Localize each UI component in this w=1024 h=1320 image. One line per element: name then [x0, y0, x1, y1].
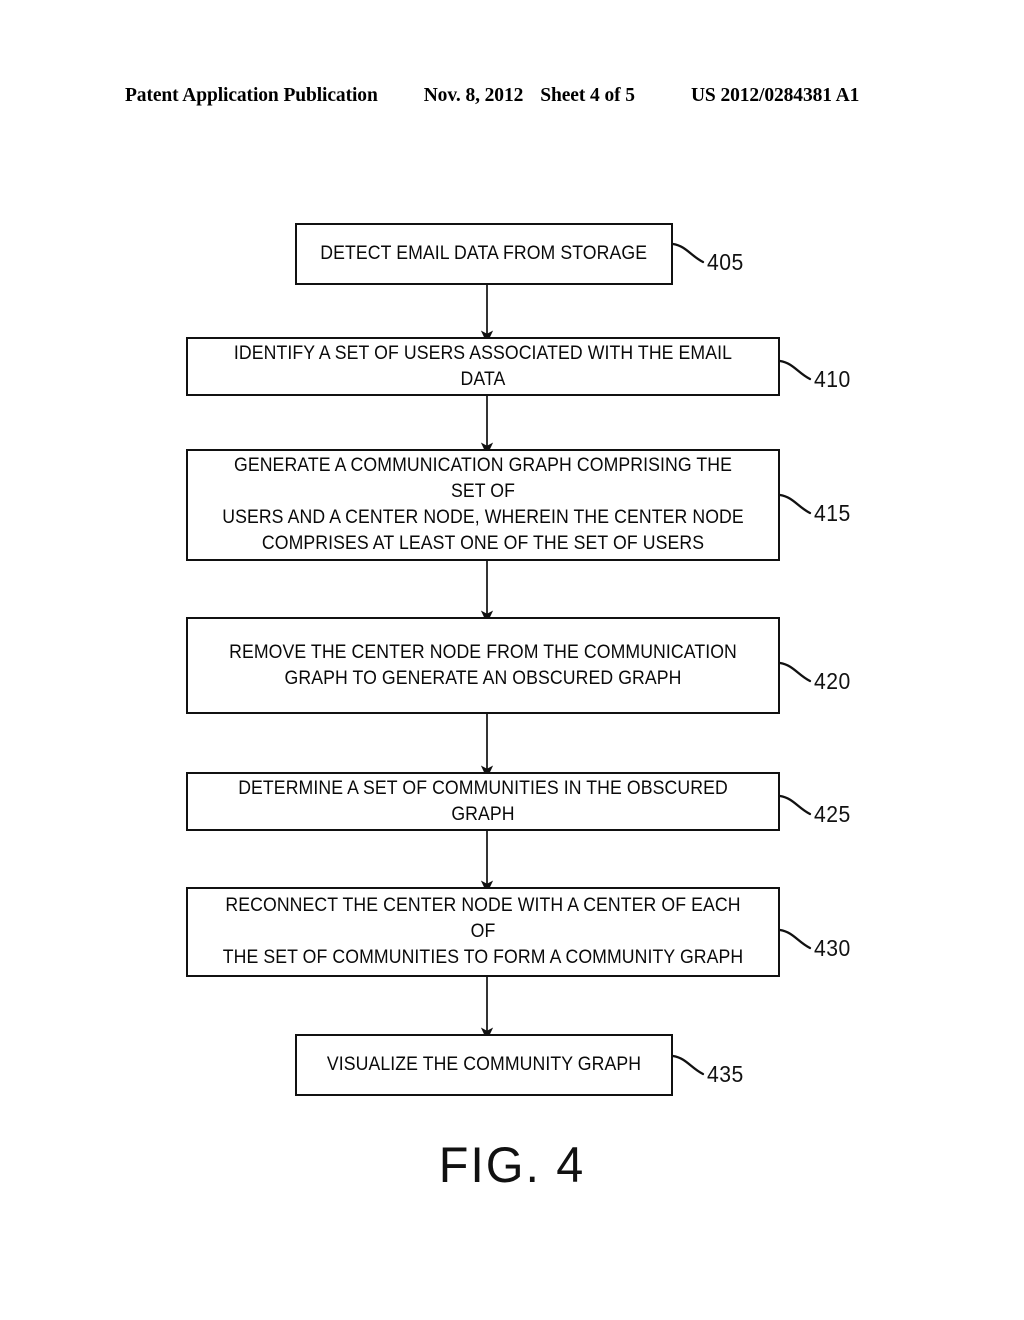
leader-line-430: [778, 928, 812, 950]
flow-step-420[interactable]: REMOVE THE CENTER NODE FROM THE COMMUNIC…: [186, 617, 780, 714]
ref-numeral-430: 430: [814, 935, 851, 961]
flow-step-430[interactable]: RECONNECT THE CENTER NODE WITH A CENTER …: [186, 887, 780, 977]
ref-numeral-410: 410: [814, 366, 851, 392]
flow-step-425-label: DETERMINE A SET OF COMMUNITIES IN THE OB…: [238, 777, 728, 825]
leader-line-435: [671, 1054, 705, 1076]
flow-step-425[interactable]: DETERMINE A SET OF COMMUNITIES IN THE OB…: [186, 772, 780, 831]
ref-numeral-425: 425: [814, 801, 851, 827]
ref-numeral-415: 415: [814, 500, 851, 526]
flow-step-430-label: RECONNECT THE CENTER NODE WITH A CENTER …: [222, 895, 744, 968]
flow-step-435[interactable]: VISUALIZE THE COMMUNITY GRAPH: [295, 1034, 673, 1096]
flow-step-415-label: GENERATE A COMMUNICATION GRAPH COMPRISIN…: [222, 455, 744, 554]
leader-line-420: [778, 661, 812, 683]
flow-step-420-label: REMOVE THE CENTER NODE FROM THE COMMUNIC…: [229, 641, 737, 689]
ref-numeral-435: 435: [707, 1061, 744, 1087]
leader-line-425: [778, 794, 812, 816]
flowchart-figure: DETECT EMAIL DATA FROM STORAGE 405 IDENT…: [0, 0, 1024, 1320]
flow-step-435-label: VISUALIZE THE COMMUNITY GRAPH: [326, 1054, 642, 1075]
flow-step-415[interactable]: GENERATE A COMMUNICATION GRAPH COMPRISIN…: [186, 449, 780, 561]
figure-caption: FIG. 4: [438, 1137, 586, 1193]
flow-step-410[interactable]: IDENTIFY A SET OF USERS ASSOCIATED WITH …: [186, 337, 780, 396]
flow-step-405[interactable]: DETECT EMAIL DATA FROM STORAGE: [295, 223, 673, 285]
flow-step-410-label: IDENTIFY A SET OF USERS ASSOCIATED WITH …: [233, 342, 733, 390]
leader-line-415: [778, 493, 812, 515]
flow-step-405-label: DETECT EMAIL DATA FROM STORAGE: [320, 243, 648, 264]
leader-line-405: [671, 242, 705, 264]
ref-numeral-405: 405: [707, 249, 744, 275]
ref-numeral-420: 420: [814, 668, 851, 694]
leader-line-410: [778, 359, 812, 381]
